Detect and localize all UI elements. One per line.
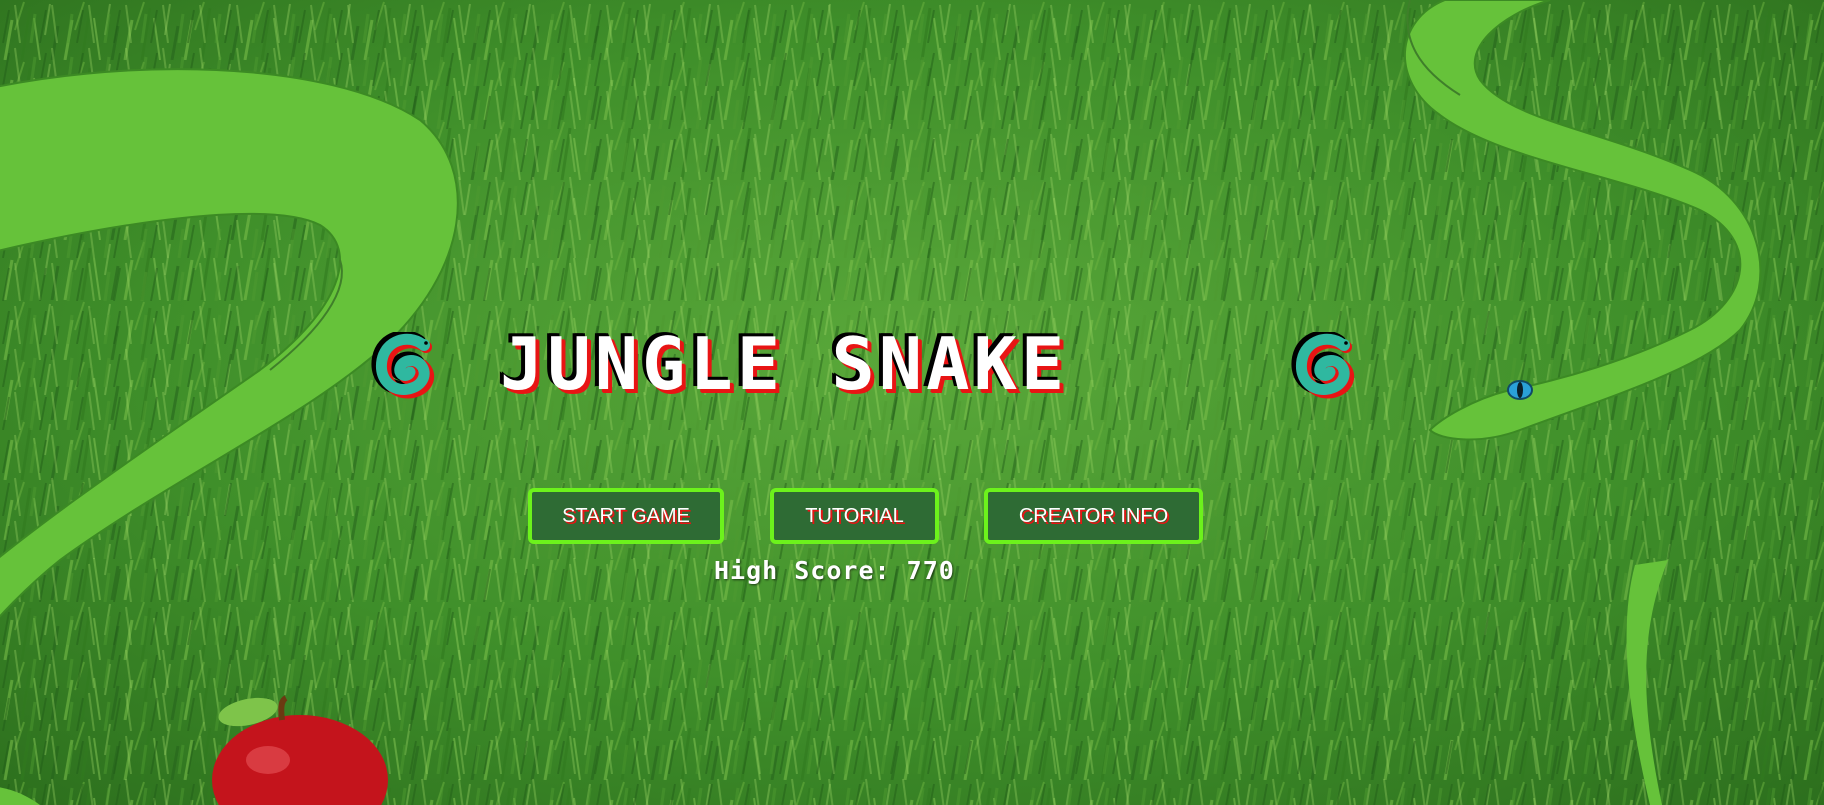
tutorial-button[interactable]: TUTORIAL bbox=[770, 488, 939, 544]
title-banner: JUNGLE SNAKE bbox=[370, 318, 1370, 408]
start-game-button[interactable]: START GAME bbox=[528, 488, 724, 544]
high-score-display: High Score: 770 bbox=[714, 556, 955, 585]
snake-emoji-icon bbox=[371, 332, 435, 399]
high-score-value: 770 bbox=[906, 556, 955, 585]
game-title: JUNGLE SNAKE bbox=[500, 322, 1069, 406]
high-score-label: High Score: bbox=[714, 556, 891, 585]
creator-info-button[interactable]: CREATOR INFO bbox=[984, 488, 1203, 544]
game-menu-screen: JUNGLE SNAKE START GAME TUTORIAL CREATOR… bbox=[0, 0, 1824, 805]
main-menu: START GAME TUTORIAL CREATOR INFO bbox=[0, 488, 1824, 550]
snake-emoji-icon bbox=[1291, 332, 1355, 399]
